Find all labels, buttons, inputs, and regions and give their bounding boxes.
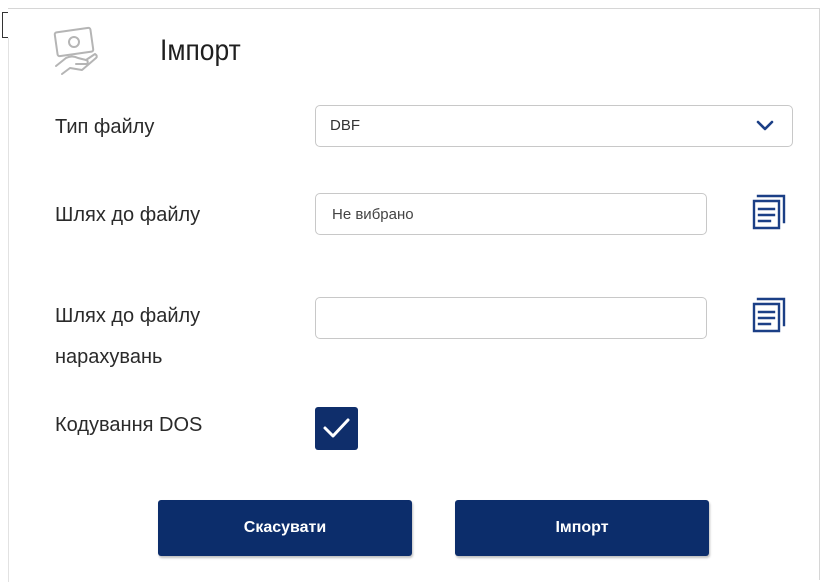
hand-money-icon xyxy=(53,26,98,75)
import-dialog xyxy=(8,8,820,580)
file-type-select[interactable]: DBF xyxy=(315,105,793,147)
file-type-label: Тип файлу xyxy=(55,116,155,138)
import-button[interactable]: Імпорт xyxy=(455,500,709,556)
window-edge xyxy=(2,12,8,38)
dos-encoding-label: Кодування DOS xyxy=(55,414,203,436)
cancel-button[interactable]: Скасувати xyxy=(158,500,412,556)
file-path-input[interactable] xyxy=(315,193,707,235)
dialog-left-border xyxy=(8,38,9,582)
file-path-label: Шлях до файлу xyxy=(55,204,201,226)
dos-encoding-checkbox[interactable] xyxy=(315,407,358,450)
accruals-path-label-2: нарахувань xyxy=(55,346,163,368)
accruals-path-label-1: Шлях до файлу xyxy=(55,305,201,327)
checkmark-icon xyxy=(323,418,350,438)
document-list-icon[interactable] xyxy=(748,293,790,335)
document-list-icon[interactable] xyxy=(748,190,790,232)
dialog-title: Імпорт xyxy=(160,34,241,67)
file-type-value: DBF xyxy=(330,117,360,134)
accruals-path-input[interactable] xyxy=(315,297,707,339)
chevron-down-icon xyxy=(756,120,774,131)
